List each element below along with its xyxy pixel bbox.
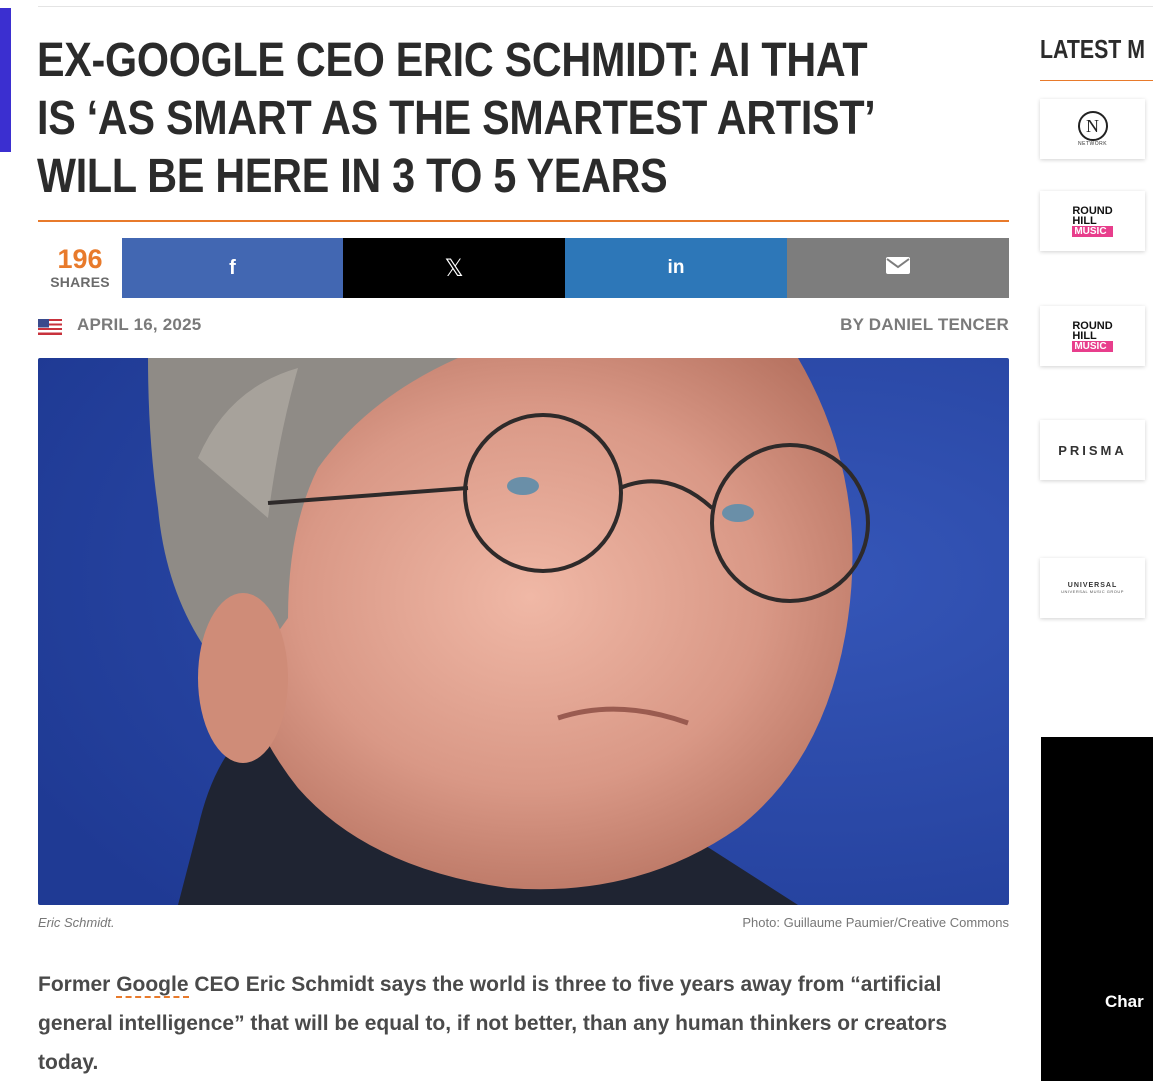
round-hill-logo: ROUND HILL MUSIC [1072, 204, 1113, 237]
round-hill-logo-2: ROUND HILL MUSIC [1072, 319, 1113, 352]
prisma-logo: PRISMA [1058, 442, 1127, 458]
share-counter: 196 SHARES [38, 238, 122, 298]
article-hero-image [38, 358, 1009, 905]
sidebar-divider [1040, 80, 1153, 81]
n-network-logo: N NETWORK [1077, 111, 1108, 147]
sidebar-item-round-hill-music[interactable]: ROUND HILL MUSIC [1040, 191, 1145, 251]
facebook-icon: f [229, 256, 236, 279]
facebook-share-button[interactable]: f [122, 238, 343, 298]
us-flag-icon [38, 319, 62, 335]
email-share-button[interactable] [787, 238, 1009, 298]
share-count-label: SHARES [50, 274, 110, 290]
x-share-button[interactable]: 𝕏 [343, 238, 565, 298]
lead-text-start: Former [38, 973, 117, 996]
sidebar-item-prisma[interactable]: PRISMA [1040, 420, 1145, 480]
article-headline: EX-GOOGLE CEO ERIC SCHMIDT: AI THAT IS ‘… [37, 34, 874, 203]
top-divider [38, 6, 1153, 7]
photo-caption: Eric Schmidt. [38, 915, 115, 930]
linkedin-share-button[interactable]: in [565, 238, 787, 298]
sidebar-video-player[interactable]: Char [1041, 737, 1153, 1081]
left-accent-bar [0, 8, 11, 152]
google-link[interactable]: Google [116, 973, 189, 998]
sidebar-item-universal-music[interactable]: UNIVERSAL UNIVERSAL MUSIC GROUP [1040, 558, 1145, 618]
publish-date: APRIL 16, 2025 [77, 315, 202, 334]
share-count: 196 [57, 244, 103, 274]
universal-logo: UNIVERSAL UNIVERSAL MUSIC GROUP [1061, 582, 1124, 594]
headline-divider [38, 220, 1009, 222]
x-icon: 𝕏 [444, 254, 464, 282]
photo-credit: Photo: Guillaume Paumier/Creative Common… [742, 915, 1009, 930]
sidebar-title: LATEST M [1040, 34, 1146, 64]
author-byline[interactable]: BY DANIEL TENCER [840, 315, 1009, 335]
article-lead-paragraph: Former Google CEO Eric Schmidt says the … [38, 965, 988, 1082]
video-title: Char [1105, 992, 1144, 1011]
sidebar-item-n-network[interactable]: N NETWORK [1040, 99, 1145, 159]
linkedin-icon: in [667, 257, 685, 278]
sidebar-item-round-hill-music-2[interactable]: ROUND HILL MUSIC [1040, 306, 1145, 366]
envelope-icon [885, 256, 911, 280]
